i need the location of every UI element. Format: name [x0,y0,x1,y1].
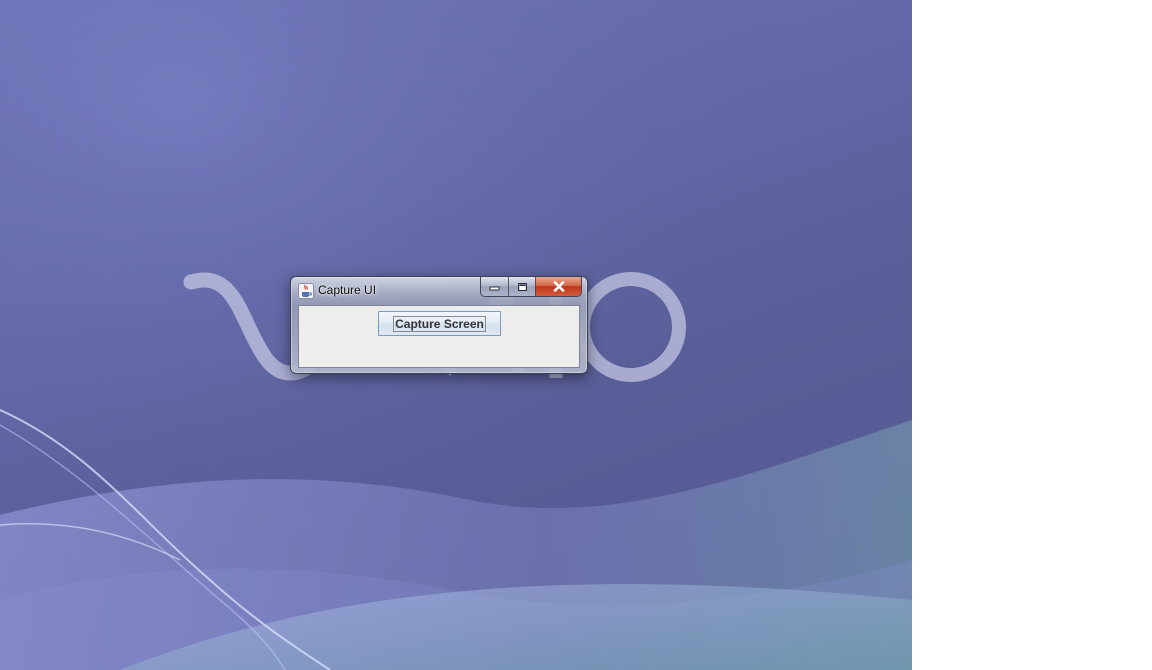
title-bar[interactable]: Capture UI [291,277,587,303]
capture-ui-window[interactable]: Capture UI Capture Screen [290,276,588,374]
window-content-panel: Capture Screen [298,305,580,368]
maximize-icon [517,282,527,291]
capture-screen-button-label: Capture Screen [393,315,486,332]
minimize-icon [489,286,500,291]
maximize-button[interactable] [508,277,535,296]
window-title: Capture UI [318,283,377,297]
window-controls [480,277,582,297]
minimize-button[interactable] [481,277,508,296]
close-icon [553,281,564,292]
close-button[interactable] [535,277,581,296]
capture-screen-button[interactable]: Capture Screen [378,311,501,336]
empty-screen-area [912,0,1152,670]
java-coffee-icon [298,283,314,299]
